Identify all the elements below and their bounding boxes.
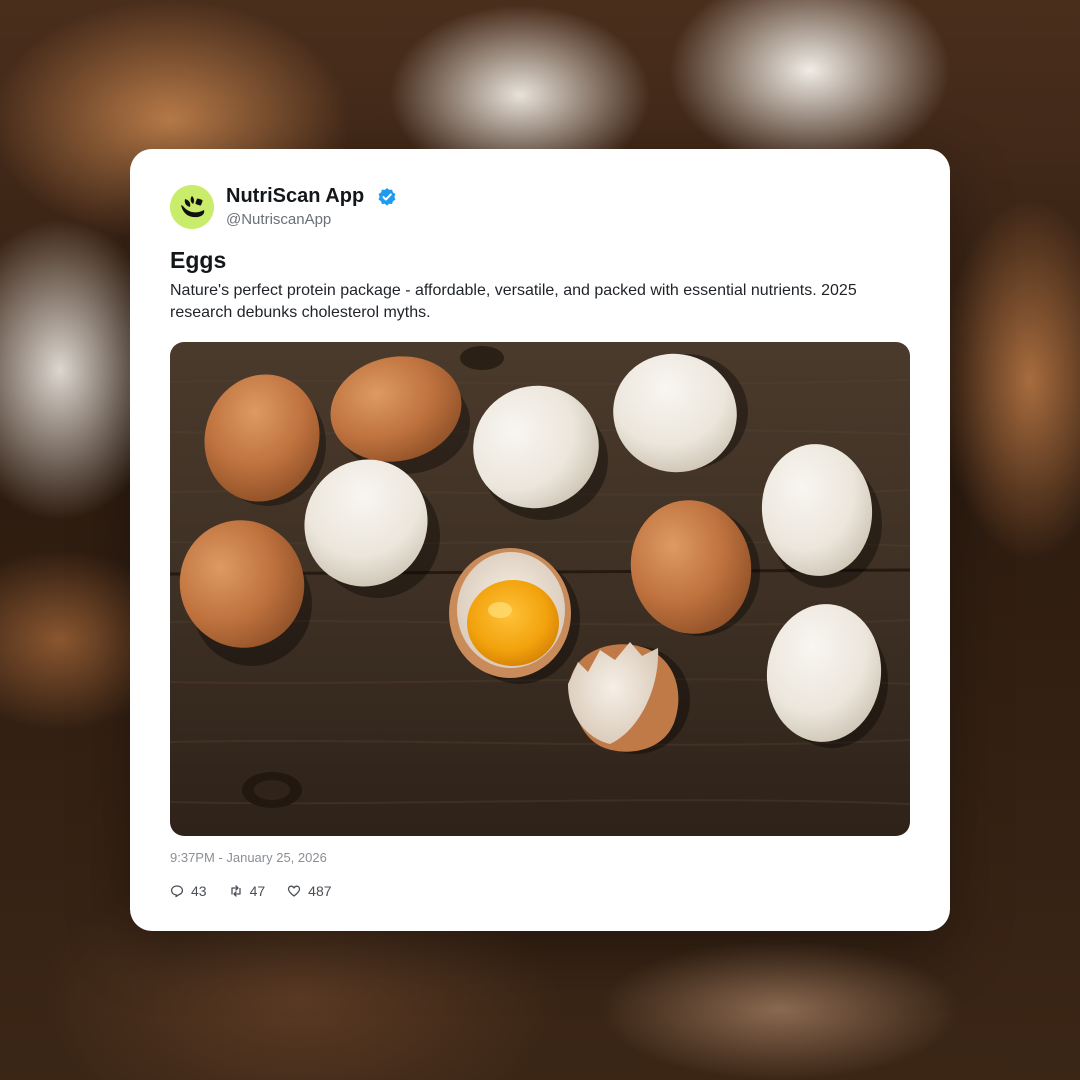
display-name[interactable]: NutriScan App <box>226 185 364 208</box>
retweet-count: 47 <box>249 883 266 899</box>
post-body: Nature's perfect protein package - affor… <box>170 282 857 321</box>
avatar[interactable] <box>170 185 214 229</box>
retweet-button[interactable]: 47 <box>229 883 266 899</box>
heart-icon <box>288 885 301 897</box>
like-count: 487 <box>308 883 332 899</box>
account-handle[interactable]: @NutriscanApp <box>226 211 331 228</box>
like-button[interactable]: 487 <box>287 883 332 899</box>
post-timestamp: 9:37PM - January 25, 2026 <box>170 850 327 865</box>
reply-count: 43 <box>191 883 207 899</box>
verified-badge-icon <box>378 188 396 206</box>
post-image[interactable] <box>170 342 910 836</box>
reply-button[interactable]: 43 <box>170 883 207 899</box>
eggs-photo <box>170 342 910 836</box>
engagement-bar: 43 47 487 <box>170 881 332 901</box>
plant-leaf-icon <box>170 185 214 229</box>
post-card: NutriScan App @NutriscanApp Eggs Nature'… <box>130 149 950 931</box>
retweet-icon <box>230 885 241 897</box>
post-title: Eggs <box>170 247 227 273</box>
reply-icon <box>170 885 184 898</box>
